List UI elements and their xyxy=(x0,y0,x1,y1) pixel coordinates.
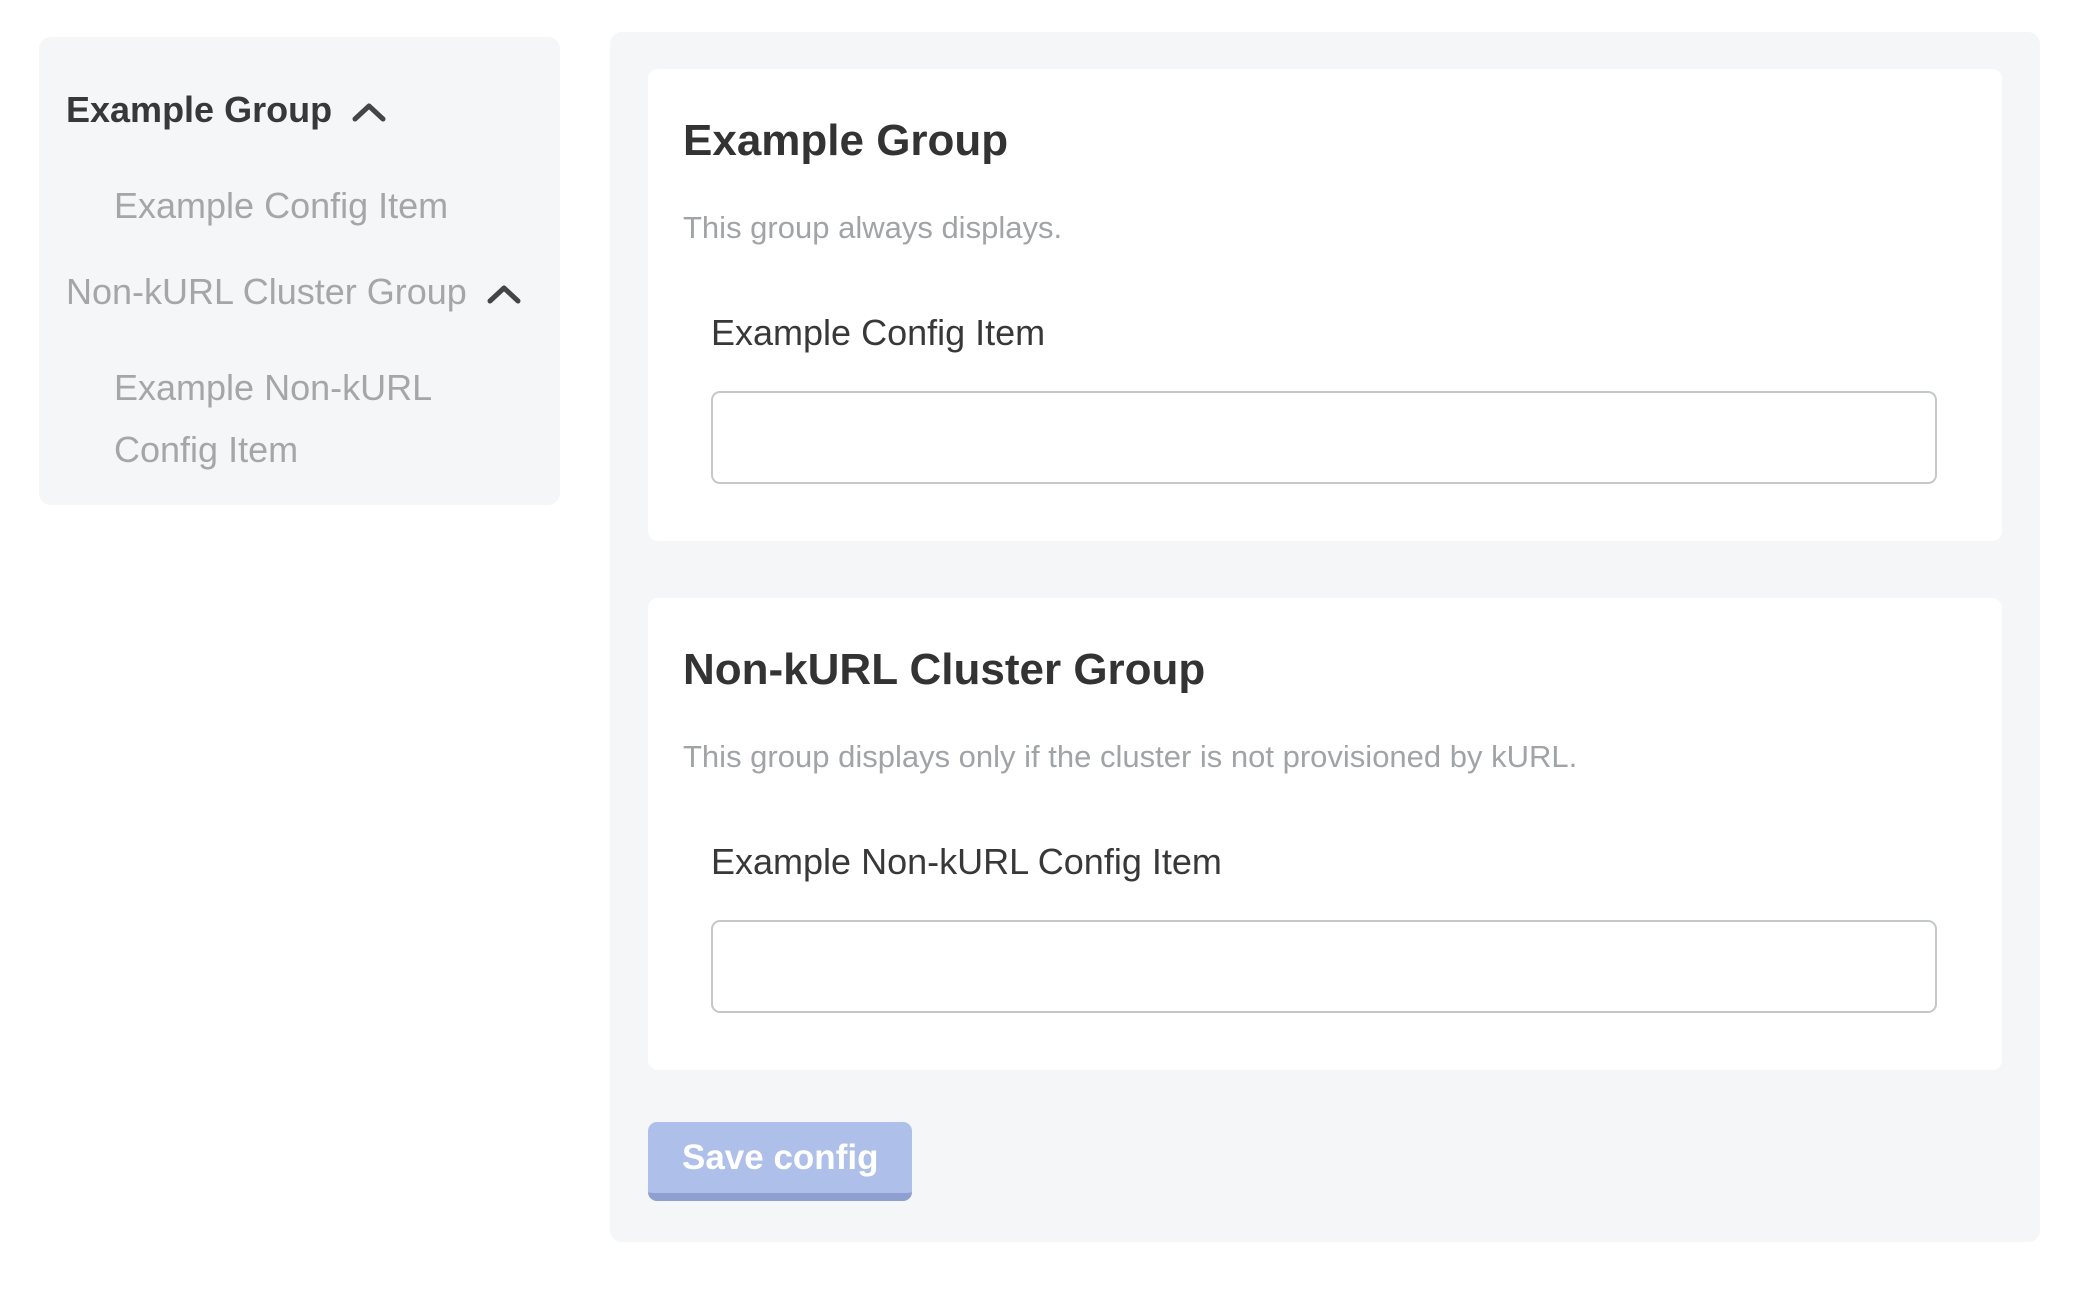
group-title: Example Group xyxy=(683,115,1967,167)
config-group-card-example-group: Example Group This group always displays… xyxy=(648,69,2002,541)
group-description: This group always displays. xyxy=(683,209,1967,247)
group-description: This group displays only if the cluster … xyxy=(683,738,1967,776)
config-item-label: Example Config Item xyxy=(711,311,1937,355)
chevron-up-icon[interactable] xyxy=(352,102,386,122)
sidebar-group-example-group[interactable]: Example Group xyxy=(66,89,532,131)
save-config-button[interactable]: Save config xyxy=(648,1122,912,1201)
sidebar-group-label[interactable]: Example Group xyxy=(66,89,332,131)
config-group-card-non-kurl-cluster-group: Non-kURL Cluster Group This group displa… xyxy=(648,598,2002,1070)
example-non-kurl-config-item-input[interactable] xyxy=(711,920,1937,1013)
config-content-panel: Example Group This group always displays… xyxy=(610,32,2040,1242)
chevron-up-icon[interactable] xyxy=(487,284,521,304)
example-config-item-input[interactable] xyxy=(711,391,1937,484)
sidebar-item-example-config-item[interactable]: Example Config Item xyxy=(114,175,532,237)
config-nav-sidebar: Example Group Example Config Item Non-kU… xyxy=(39,37,560,505)
sidebar-item-example-non-kurl-config-item[interactable]: Example Non-kURL Config Item xyxy=(114,357,532,481)
config-item-label: Example Non-kURL Config Item xyxy=(711,840,1937,884)
config-item-example-config-item: Example Config Item xyxy=(711,311,1937,484)
group-title: Non-kURL Cluster Group xyxy=(683,644,1967,696)
sidebar-group-non-kurl-cluster-group[interactable]: Non-kURL Cluster Group xyxy=(66,271,532,313)
config-item-example-non-kurl-config-item: Example Non-kURL Config Item xyxy=(711,840,1937,1013)
sidebar-group-label[interactable]: Non-kURL Cluster Group xyxy=(66,271,467,313)
